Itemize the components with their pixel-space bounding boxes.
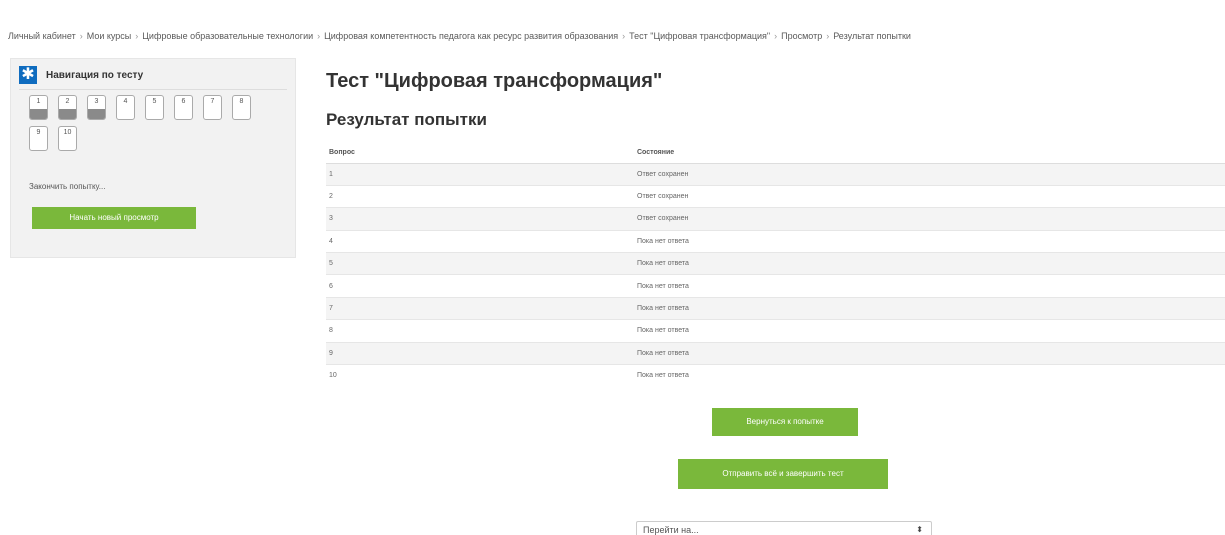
question-number-cell[interactable]: 7	[326, 296, 637, 320]
start-new-preview-button[interactable]: Начать новый просмотр	[32, 207, 196, 229]
table-row: 10 Пока нет ответа	[326, 364, 1225, 387]
breadcrumb-item: Результат попытки	[833, 31, 911, 41]
table-row: 5 Пока нет ответа	[326, 252, 1225, 275]
question-number: 1	[36, 98, 41, 105]
status-cell: Ответ сохранен	[637, 162, 1225, 186]
cropped-heading-strip	[0, 0, 1225, 22]
finish-attempt-link[interactable]: Закончить попытку...	[29, 182, 105, 191]
quiz-navigation-block: ✱ Навигация по тесту 1 2 3 4 5 6 7 8 9 10 Закончи…	[10, 58, 296, 258]
breadcrumb-separator-icon: ›	[774, 31, 778, 41]
question-number-cell[interactable]: 3	[326, 207, 637, 231]
jump-to-select[interactable]: Перейти на... ⬍	[636, 521, 932, 535]
question-button-7[interactable]: 7	[203, 95, 222, 120]
page-title: Тест "Цифровая трансформация"	[326, 70, 663, 92]
table-row: 4 Пока нет ответа	[326, 229, 1225, 253]
question-number-cell[interactable]: 4	[326, 229, 637, 253]
question-button-4[interactable]: 4	[116, 95, 135, 120]
answered-indicator	[59, 109, 76, 119]
question-button-9[interactable]: 9	[29, 126, 48, 151]
question-number: 5	[152, 98, 157, 105]
question-number: 7	[210, 98, 215, 105]
question-number: 8	[239, 98, 244, 105]
breadcrumb-separator-icon: ›	[317, 31, 321, 41]
breadcrumb: Личный кабинет › Мои курсы › Цифровые образо…	[8, 31, 1218, 41]
return-to-attempt-button[interactable]: Вернуться к попытке	[712, 408, 858, 436]
question-button-5[interactable]: 5	[145, 95, 164, 120]
breadcrumb-separator-icon: ›	[135, 31, 139, 41]
question-number: 9	[36, 129, 41, 136]
table-row: 2 Ответ сохранен	[326, 184, 1225, 208]
table-row: 8 Пока нет ответа	[326, 319, 1225, 343]
question-button-8[interactable]: 8	[232, 95, 251, 120]
breadcrumb-separator-icon: ›	[826, 31, 830, 41]
breadcrumb-separator-icon: ›	[622, 31, 626, 41]
column-header-question: Вопрос	[326, 143, 637, 164]
table-row: 1 Ответ сохранен	[326, 162, 1225, 186]
status-cell: Пока нет ответа	[637, 252, 1225, 275]
breadcrumb-item[interactable]: Цифровые образовательные технологии	[142, 31, 313, 41]
status-cell: Ответ сохранен	[637, 207, 1225, 231]
select-arrows-icon: ⬍	[916, 525, 923, 534]
question-button-6[interactable]: 6	[174, 95, 193, 120]
breadcrumb-item[interactable]: Тест "Цифровая трансформация"	[629, 31, 770, 41]
question-button-3[interactable]: 3	[87, 95, 106, 120]
question-button-2[interactable]: 2	[58, 95, 77, 120]
question-number-cell[interactable]: 1	[326, 162, 637, 186]
attempt-summary-table: Вопрос Состояние 1 Ответ сохранен 2 Ответ с…	[326, 143, 1225, 387]
column-header-status: Состояние	[637, 143, 1225, 164]
table-header-row: Вопрос Состояние	[326, 143, 1225, 164]
table-row: 7 Пока нет ответа	[326, 296, 1225, 320]
question-number-cell[interactable]: 9	[326, 341, 637, 365]
status-cell: Ответ сохранен	[637, 184, 1225, 208]
table-row: 3 Ответ сохранен	[326, 207, 1225, 231]
question-number-cell[interactable]: 10	[326, 364, 637, 387]
answered-indicator	[30, 109, 47, 119]
status-cell: Пока нет ответа	[637, 296, 1225, 320]
status-cell: Пока нет ответа	[637, 274, 1225, 298]
question-number-cell[interactable]: 5	[326, 252, 637, 275]
question-button-10[interactable]: 10	[58, 126, 77, 151]
question-number-cell[interactable]: 6	[326, 274, 637, 298]
status-cell: Пока нет ответа	[637, 364, 1225, 387]
question-button-1[interactable]: 1	[29, 95, 48, 120]
status-cell: Пока нет ответа	[637, 341, 1225, 365]
question-number: 10	[63, 129, 72, 136]
quiz-navigation-header: ✱ Навигация по тесту	[19, 66, 143, 84]
jump-to-select-value: Перейти на...	[643, 525, 699, 535]
breadcrumb-separator-icon: ›	[79, 31, 83, 41]
breadcrumb-item[interactable]: Мои курсы	[87, 31, 132, 41]
status-cell: Пока нет ответа	[637, 229, 1225, 253]
question-number-cell[interactable]: 8	[326, 319, 637, 343]
table-row: 6 Пока нет ответа	[326, 274, 1225, 298]
submit-all-and-finish-button[interactable]: Отправить всё и завершить тест	[678, 459, 888, 489]
breadcrumb-item[interactable]: Цифровая компетентность педагога как рес…	[324, 31, 618, 41]
asterisk-logo-icon: ✱	[19, 66, 37, 84]
table-row: 9 Пока нет ответа	[326, 341, 1225, 365]
page-subtitle: Результат попытки	[326, 110, 487, 129]
question-number: 3	[94, 98, 99, 105]
nav-divider	[19, 89, 287, 90]
breadcrumb-item[interactable]: Просмотр	[781, 31, 822, 41]
breadcrumb-item[interactable]: Личный кабинет	[8, 31, 76, 41]
answered-indicator	[88, 109, 105, 119]
question-number: 6	[181, 98, 186, 105]
question-number: 4	[123, 98, 128, 105]
question-number: 2	[65, 98, 70, 105]
status-cell: Пока нет ответа	[637, 319, 1225, 343]
question-number-cell[interactable]: 2	[326, 184, 637, 208]
quiz-navigation-title: Навигация по тесту	[46, 69, 144, 81]
